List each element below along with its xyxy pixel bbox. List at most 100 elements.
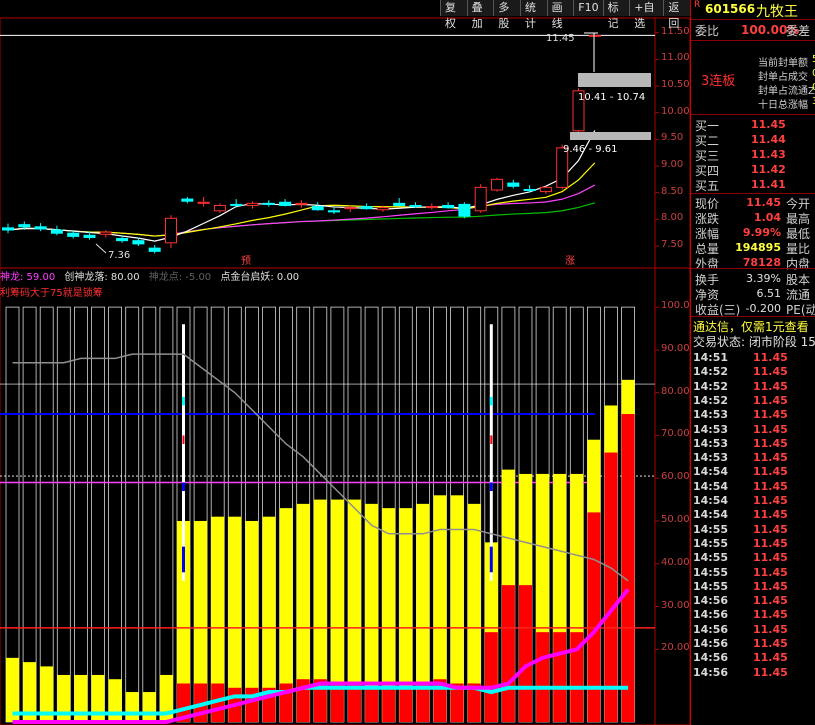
candle-body: [539, 186, 552, 193]
red-bar: [536, 632, 550, 722]
weicha-label: 委差: [786, 24, 811, 38]
indicator-tick-label: 90.00: [661, 342, 690, 354]
red-bar: [245, 687, 259, 722]
kline-frame: [0, 17, 690, 269]
stock-code: 601566: [705, 2, 756, 16]
indicator-tick-label: 30.00: [661, 599, 690, 611]
stock-name: 九牧王: [756, 4, 798, 20]
tick-time: 14:54: [693, 479, 729, 493]
tick-time: 14:56: [693, 622, 729, 636]
tick-price: 11.45: [753, 422, 788, 436]
mark-button[interactable]: 标记: [602, 0, 630, 30]
quote-value: 1.04: [753, 211, 781, 224]
candle-body: [344, 207, 357, 210]
resistance-zone: [578, 73, 651, 87]
red-bar: [621, 414, 635, 722]
trade-status: 交易状态: 闭市阶段 15: [693, 335, 815, 349]
candle-body: [458, 203, 471, 217]
tick-price: 11.45: [753, 508, 788, 522]
candle-body: [34, 226, 47, 230]
candle-body: [279, 201, 292, 206]
candle-body: [181, 198, 194, 202]
candle-body: [148, 247, 161, 252]
red-bar: [484, 632, 498, 722]
tick-price: 11.45: [753, 665, 788, 679]
tick-price: 11.45: [753, 436, 788, 450]
tick-time: 14:54: [693, 508, 729, 522]
candlestick-panel[interactable]: 11.45 10.41 - 10.74 9.46 - 9.61 7.36 预 涨: [0, 17, 690, 269]
candle-body: [491, 178, 503, 191]
multi-stock-button[interactable]: 多股: [493, 0, 520, 30]
red-bar: [553, 632, 567, 722]
quote-value: 9.99%: [742, 226, 781, 239]
seal-line: 当前封单额: [758, 58, 808, 69]
tick-time: 14:53: [693, 436, 729, 450]
weibi-label: 委比: [695, 24, 720, 38]
indicator-frame: [0, 267, 690, 725]
red-bar: [501, 585, 515, 722]
red-bar: [587, 512, 601, 722]
statistics-button[interactable]: 统计: [519, 0, 547, 30]
bid-price: 11.45: [751, 118, 786, 131]
quote-label: 外盘: [695, 257, 720, 271]
indicator-tick-label: 60.00: [661, 471, 690, 483]
quote-value: 11.45: [746, 196, 781, 209]
indicator-panel[interactable]: [0, 267, 690, 725]
price-tick-label: 10.50: [661, 79, 690, 90]
candle-body: [588, 34, 601, 37]
candle-body: [393, 202, 406, 206]
support-zone: [570, 132, 651, 140]
indicator-tick-label: 70.00: [661, 428, 690, 440]
tick-time: 14:53: [693, 408, 729, 422]
candle-body: [99, 231, 112, 235]
indicator-tick-label: 100.0: [661, 300, 690, 312]
tick-time: 14:55: [693, 579, 729, 593]
tick-price: 11.45: [753, 479, 788, 493]
indicator-tick-label: 80.00: [661, 385, 690, 397]
tick-price: 11.45: [753, 651, 788, 665]
tick-time: 14:55: [693, 536, 729, 550]
tick-price: 11.45: [753, 579, 788, 593]
tick-price: 11.45: [753, 637, 788, 650]
tick-price: 11.45: [753, 551, 788, 565]
tick-price: 11.45: [753, 494, 788, 507]
legend-chuang: 创神龙落: 80.00: [64, 272, 140, 283]
yellow-bar: [125, 692, 139, 722]
price-tick-label: 9.00: [661, 159, 684, 170]
tick-price: 11.45: [753, 594, 788, 608]
candle-body: [409, 204, 422, 208]
stock-chart[interactable]: 11.45 10.41 - 10.74 9.46 - 9.61 7.36 预 涨: [0, 0, 690, 725]
high-price-label: 11.45: [546, 33, 575, 44]
price-tick-label: 8.50: [661, 185, 684, 197]
board-label: 3连板: [701, 74, 736, 89]
tick-price: 11.45: [753, 393, 788, 407]
price-tick-label: 9.50: [661, 132, 684, 144]
quote-value: 194895: [735, 241, 781, 254]
low-price-label: 7.36: [108, 250, 130, 261]
f10-button[interactable]: F10: [573, 0, 603, 16]
tick-price: 11.45: [753, 622, 788, 636]
candle-body: [213, 204, 226, 212]
add-watchlist-button[interactable]: +自选: [629, 0, 664, 30]
back-button[interactable]: 返回: [663, 0, 690, 30]
bid-price: 11.44: [751, 133, 786, 146]
quote-suffix: 内盘: [786, 257, 811, 271]
candle-body: [360, 206, 373, 210]
candle-body: [311, 206, 324, 211]
tick-price: 11.45: [753, 536, 788, 550]
candle-body: [165, 217, 177, 244]
yellow-bar: [142, 692, 156, 722]
candle-body: [295, 202, 308, 205]
tick-time: 14:56: [693, 594, 729, 608]
overlay-button[interactable]: 叠加: [466, 0, 494, 30]
price-tick-label: 10.00: [661, 105, 690, 117]
toolbar: 复权 叠加 多股 统计 画线 F10 标记 +自选 返回: [440, 0, 690, 30]
indicator-tick-label: 50.00: [661, 513, 690, 525]
restore-rights-button[interactable]: 复权: [440, 0, 467, 30]
legend-dian: 神龙点: -5.00: [148, 272, 212, 283]
tick-time: 14:52: [693, 379, 729, 393]
price-tick-label: 8.00: [661, 212, 684, 224]
tick-time: 14:56: [693, 637, 729, 650]
bid-price: 11.43: [751, 148, 786, 161]
draw-line-button[interactable]: 画线: [546, 0, 574, 30]
